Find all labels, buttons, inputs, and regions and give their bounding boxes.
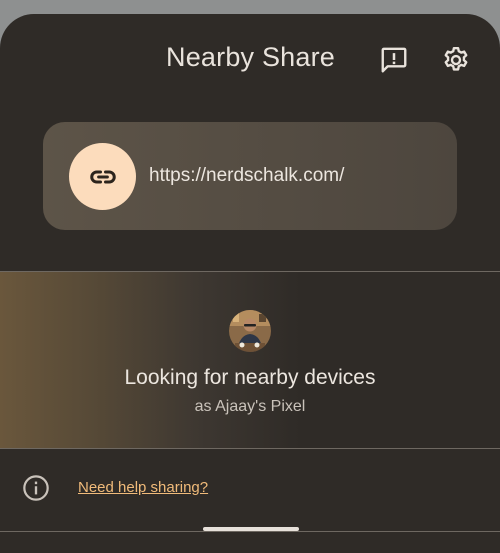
shared-url: https://nerdschalk.com/ <box>149 165 345 186</box>
nearby-devices-area: Looking for nearby devices as Ajaay's Pi… <box>0 272 500 448</box>
help-row: Need help sharing? <box>0 449 500 531</box>
link-icon-badge <box>69 143 136 210</box>
device-name: as Ajaay's Pixel <box>194 398 306 415</box>
sheet-header: Nearby Share <box>0 14 500 104</box>
gear-icon <box>444 46 468 71</box>
divider <box>0 531 500 532</box>
feedback-icon <box>381 47 407 73</box>
link-icon <box>89 170 116 183</box>
info-icon <box>23 475 49 501</box>
searching-status: Looking for nearby devices <box>124 366 376 389</box>
gesture-navigation-bar[interactable] <box>203 527 299 531</box>
shared-link-card: https://nerdschalk.com/ <box>43 122 457 230</box>
page-title: Nearby Share <box>166 42 335 72</box>
nearby-share-sheet: Nearby Share https://nerdschalk.com/ Loo… <box>0 14 500 553</box>
settings-button[interactable] <box>438 42 474 78</box>
avatar <box>229 310 271 352</box>
feedback-button[interactable] <box>376 42 412 78</box>
help-link[interactable]: Need help sharing? <box>78 479 208 496</box>
